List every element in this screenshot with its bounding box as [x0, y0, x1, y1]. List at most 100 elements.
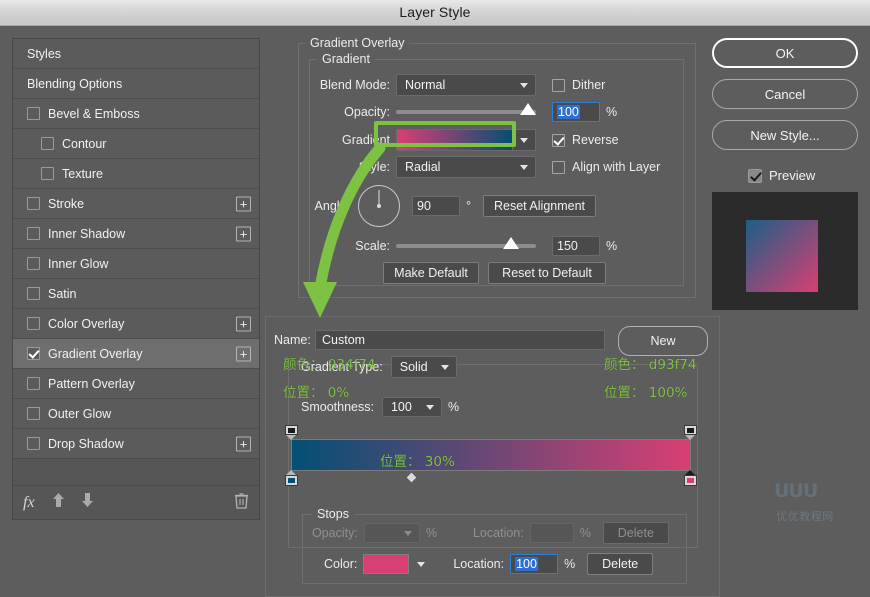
- chevron-down-icon: [520, 83, 528, 88]
- sidebar-item-outer-glow[interactable]: Outer Glow: [13, 399, 259, 429]
- angle-row: Angle: 90 ° Reset Alignment: [305, 183, 596, 229]
- sidebar-item-label: Stroke: [48, 197, 84, 211]
- layer-style-dialog: Layer Style StylesBlending Options Bevel …: [0, 0, 870, 567]
- stop-color-delete-button[interactable]: Delete: [587, 553, 653, 575]
- chevron-down-icon: [520, 165, 528, 170]
- ok-button[interactable]: OK: [712, 38, 858, 68]
- sidebar-item-styles[interactable]: Styles: [13, 39, 259, 69]
- sidebar-item-checkbox[interactable]: [27, 287, 40, 300]
- opacity-value: 100: [557, 105, 580, 119]
- window-titlebar: Layer Style: [0, 0, 870, 26]
- new-gradient-button[interactable]: New: [618, 326, 708, 356]
- add-effect-icon[interactable]: +: [236, 196, 251, 211]
- preview-checkbox-box: [748, 169, 762, 183]
- gradient-overlay-group-title: Gradient Overlay: [305, 36, 409, 50]
- new-style-button[interactable]: New Style...: [712, 120, 858, 150]
- cancel-button[interactable]: Cancel: [712, 79, 858, 109]
- reset-alignment-button[interactable]: Reset Alignment: [483, 195, 596, 217]
- sidebar-item-drop-shadow[interactable]: Drop Shadow +: [13, 429, 259, 459]
- gradient-name-input[interactable]: Custom: [315, 330, 605, 350]
- opacity-label: Opacity:: [305, 105, 390, 119]
- fx-icon[interactable]: fx: [23, 494, 35, 512]
- stop-color-location-input[interactable]: 100: [510, 554, 558, 574]
- sidebar-item-contour[interactable]: Contour: [13, 129, 259, 159]
- stops-group-title: Stops: [312, 507, 354, 521]
- sidebar-item-checkbox[interactable]: [27, 437, 40, 450]
- sidebar-item-stroke[interactable]: Stroke +: [13, 189, 259, 219]
- sidebar-item-checkbox[interactable]: [27, 407, 40, 420]
- reset-to-default-button[interactable]: Reset to Default: [488, 262, 606, 284]
- sidebar-item-label: Gradient Overlay: [48, 347, 142, 361]
- opacity-slider[interactable]: [396, 110, 536, 114]
- sidebar-item-bevel-emboss[interactable]: Bevel & Emboss: [13, 99, 259, 129]
- smoothness-label: Smoothness:: [301, 400, 374, 414]
- sidebar-item-checkbox[interactable]: [27, 257, 40, 270]
- arrow-up-icon[interactable]: [51, 492, 66, 513]
- scale-value: 150: [557, 239, 578, 253]
- gradient-bar-area: [291, 439, 691, 471]
- trash-icon[interactable]: [234, 492, 249, 514]
- opacity-stop-row: Opacity: % Location: % Delete: [312, 522, 669, 544]
- sidebar-item-gradient-overlay[interactable]: Gradient Overlay +: [13, 339, 259, 369]
- align-with-layer-checkbox[interactable]: Align with Layer: [552, 160, 660, 174]
- add-effect-icon[interactable]: +: [236, 436, 251, 451]
- style-select[interactable]: Radial: [396, 156, 536, 178]
- blend-mode-label: Blend Mode:: [305, 78, 390, 92]
- opacity-slider-track: [396, 110, 536, 114]
- stop-color-swatch[interactable]: [363, 554, 409, 574]
- opacity-slider-knob[interactable]: [520, 103, 536, 115]
- color-stop-start[interactable]: [285, 470, 298, 486]
- sidebar-item-label: Drop Shadow: [48, 437, 124, 451]
- gradient-type-select[interactable]: Solid: [391, 356, 457, 378]
- arrow-down-icon[interactable]: [80, 492, 95, 513]
- sidebar-item-checkbox[interactable]: [27, 347, 40, 360]
- scale-input[interactable]: 150: [552, 236, 600, 256]
- scale-slider-knob[interactable]: [503, 237, 519, 249]
- sidebar-item-texture[interactable]: Texture: [13, 159, 259, 189]
- stop-opacity-unit: %: [426, 526, 437, 540]
- sidebar-item-checkbox[interactable]: [27, 197, 40, 210]
- preview-checkbox[interactable]: Preview: [748, 168, 815, 183]
- sidebar-item-color-overlay[interactable]: Color Overlay +: [13, 309, 259, 339]
- sidebar-item-checkbox[interactable]: [27, 377, 40, 390]
- add-effect-icon[interactable]: +: [236, 346, 251, 361]
- styles-list: StylesBlending Options Bevel & Emboss Cont…: [13, 39, 259, 459]
- stop-color-location-label: Location:: [453, 557, 504, 571]
- smoothness-select[interactable]: 100: [382, 397, 442, 417]
- dither-checkbox[interactable]: Dither: [552, 78, 605, 92]
- opacity-stop-start[interactable]: [285, 425, 298, 440]
- sidebar-item-checkbox[interactable]: [27, 317, 40, 330]
- sidebar-item-checkbox[interactable]: [27, 107, 40, 120]
- sidebar-item-inner-glow[interactable]: Inner Glow: [13, 249, 259, 279]
- watermark-logo: UUU: [774, 480, 817, 502]
- color-stop-end[interactable]: [684, 470, 697, 486]
- reverse-checkbox[interactable]: Reverse: [552, 133, 619, 147]
- angle-dial[interactable]: [358, 185, 400, 227]
- sidebar-item-inner-shadow[interactable]: Inner Shadow+: [13, 219, 259, 249]
- annotation-right-position: 位置： 100%: [604, 381, 687, 401]
- sidebar-item-satin[interactable]: Satin: [13, 279, 259, 309]
- gradient-name-value: Custom: [322, 333, 365, 347]
- sidebar-item-label: Texture: [62, 167, 103, 181]
- sidebar-item-checkbox[interactable]: [41, 137, 54, 150]
- stop-color-location-unit: %: [564, 557, 575, 571]
- chevron-down-icon[interactable]: [417, 562, 425, 567]
- make-default-button[interactable]: Make Default: [383, 262, 479, 284]
- angle-input[interactable]: 90: [412, 196, 460, 216]
- sidebar-item-checkbox[interactable]: [27, 227, 40, 240]
- sidebar-item-blending-options[interactable]: Blending Options: [13, 69, 259, 99]
- sidebar-item-label: Color Overlay: [48, 317, 124, 331]
- blend-mode-select[interactable]: Normal: [396, 74, 536, 96]
- add-effect-icon[interactable]: +: [236, 316, 251, 331]
- opacity-stop-end[interactable]: [684, 425, 697, 440]
- add-effect-icon[interactable]: +: [236, 226, 251, 241]
- sidebar-item-pattern-overlay[interactable]: Pattern Overlay: [13, 369, 259, 399]
- sidebar-item-label: Pattern Overlay: [48, 377, 135, 391]
- scale-slider[interactable]: [396, 244, 536, 248]
- opacity-input[interactable]: 100: [552, 102, 600, 122]
- sidebar-item-checkbox[interactable]: [41, 167, 54, 180]
- opacity-row: Opacity: 100 %: [305, 101, 617, 123]
- sidebar-item-label: Bevel & Emboss: [48, 107, 140, 121]
- gradient-bar[interactable]: [291, 439, 691, 471]
- sidebar-footer-toolbar: fx: [13, 485, 259, 519]
